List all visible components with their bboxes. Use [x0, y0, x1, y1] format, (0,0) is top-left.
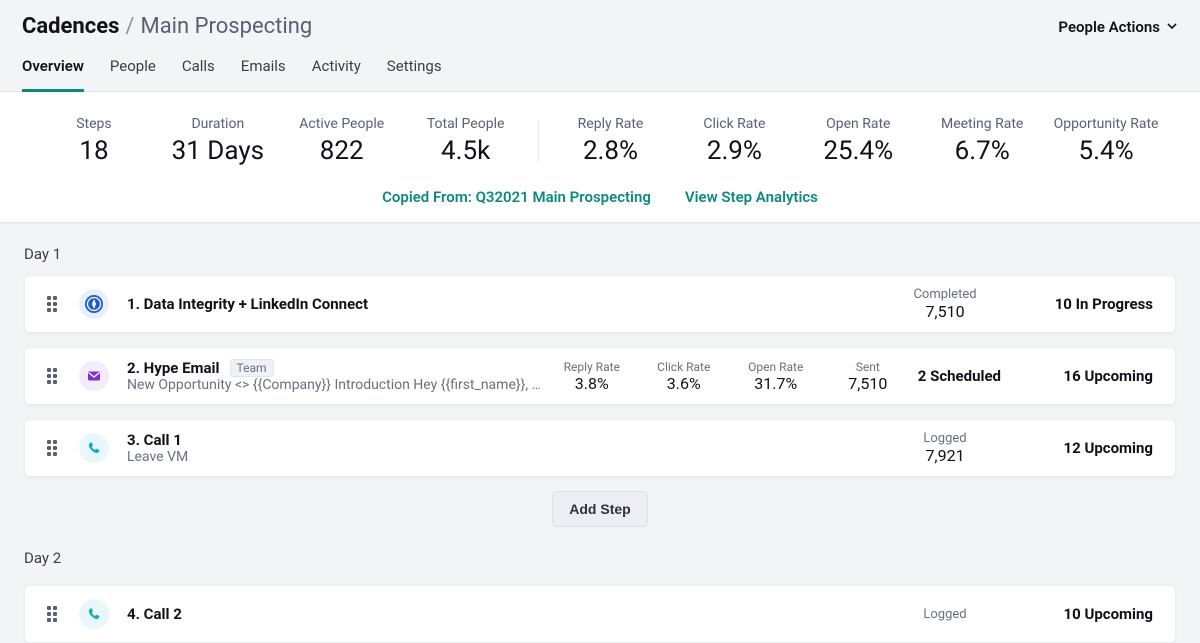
step-upcoming: 12 Upcoming: [1033, 439, 1153, 457]
stat-value: 3.8%: [560, 374, 624, 393]
phone-icon: [79, 599, 109, 629]
step-card-1[interactable]: 1. Data Integrity + LinkedIn Connect Com…: [24, 275, 1176, 333]
stat-meeting-rate: Meeting Rate 6.7%: [920, 116, 1044, 166]
step-card-3[interactable]: 3. Call 1 Leave VM Logged 7,921 12 Upcom…: [24, 419, 1176, 477]
stat-value: 18: [32, 136, 156, 166]
copied-from-link[interactable]: Copied From: Q32021 Main Prospecting: [382, 188, 651, 206]
stat-active-people: Active People 822: [280, 116, 404, 166]
breadcrumb-current: Main Prospecting: [141, 14, 313, 39]
step-logged: Logged: [899, 607, 991, 622]
stat-value: 2.9%: [672, 136, 796, 166]
add-step-button[interactable]: Add Step: [552, 491, 647, 527]
tabs: Overview People Calls Emails Activity Se…: [0, 39, 1200, 92]
stat-reply-rate: Reply Rate 2.8%: [549, 116, 673, 166]
step-card-4[interactable]: 4. Call 2 Logged 10 Upcoming: [24, 585, 1176, 643]
chevron-down-icon: [1166, 18, 1178, 36]
stat-value: 5.4%: [1044, 136, 1168, 166]
stat-value: 2.8%: [549, 136, 673, 166]
stat-value: 25.4%: [796, 136, 920, 166]
stat-label: Click Rate: [652, 360, 716, 374]
stat-value: 7,510: [836, 374, 900, 393]
people-actions-menu[interactable]: People Actions: [1058, 18, 1178, 36]
step-completed: Completed 7,510: [899, 287, 991, 321]
step-subtitle: Leave VM: [127, 449, 647, 465]
stat-label: Click Rate: [672, 116, 796, 132]
drag-handle-icon[interactable]: [47, 440, 61, 456]
drag-handle-icon[interactable]: [47, 296, 61, 312]
tab-people[interactable]: People: [110, 57, 156, 91]
tab-emails[interactable]: Emails: [241, 57, 286, 91]
step-card-2[interactable]: 2. Hype Email Team New Opportunity <> {{…: [24, 347, 1176, 405]
stat-click-rate: Click Rate 2.9%: [672, 116, 796, 166]
stat-label: Logged: [899, 607, 991, 622]
stat-value: 31 Days: [156, 136, 280, 166]
stat-label: Open Rate: [744, 360, 808, 374]
step-logged: Logged 7,921: [899, 431, 991, 465]
stat-value: 7,510: [899, 302, 991, 321]
step-progress: 10 In Progress: [1033, 295, 1153, 313]
phone-icon: [79, 433, 109, 463]
stat-open-rate: Open Rate 25.4%: [796, 116, 920, 166]
drag-handle-icon[interactable]: [47, 606, 61, 622]
step-title: 2. Hype Email: [127, 359, 220, 377]
step-title: 3. Call 1: [127, 431, 881, 449]
stat-steps: Steps 18: [32, 116, 156, 166]
step-title: 4. Call 2: [127, 605, 881, 623]
step-mini-stats: Reply Rate3.8% Click Rate3.6% Open Rate3…: [560, 360, 900, 393]
compass-icon: [79, 289, 109, 319]
stat-label: Steps: [32, 116, 156, 132]
step-upcoming: 16 Upcoming: [1043, 367, 1153, 385]
people-actions-label: People Actions: [1058, 18, 1160, 36]
step-upcoming: 10 Upcoming: [1033, 605, 1153, 623]
tab-calls[interactable]: Calls: [182, 57, 215, 91]
tab-overview[interactable]: Overview: [22, 57, 84, 92]
stat-value: 7,921: [899, 446, 991, 465]
drag-handle-icon[interactable]: [47, 368, 61, 384]
day-label-1: Day 1: [0, 223, 1200, 275]
stat-label: Opportunity Rate: [1044, 116, 1168, 132]
stat-value: 6.7%: [920, 136, 1044, 166]
stat-label: Duration: [156, 116, 280, 132]
stat-opportunity-rate: Opportunity Rate 5.4%: [1044, 116, 1168, 166]
step-title: 1. Data Integrity + LinkedIn Connect: [127, 295, 881, 313]
stat-total-people: Total People 4.5k: [404, 116, 528, 166]
mail-icon: [79, 361, 109, 391]
tab-settings[interactable]: Settings: [387, 57, 442, 91]
breadcrumb-root[interactable]: Cadences: [22, 14, 119, 39]
stat-label: Open Rate: [796, 116, 920, 132]
breadcrumb-separator: /: [125, 14, 134, 39]
team-badge: Team: [230, 359, 274, 377]
stat-value: 4.5k: [404, 136, 528, 166]
summary-stats-card: Steps 18 Duration 31 Days Active People …: [0, 92, 1200, 223]
stat-label: Logged: [899, 431, 991, 446]
stat-label: Sent: [836, 360, 900, 374]
stat-value: 822: [280, 136, 404, 166]
stat-value: 3.6%: [652, 374, 716, 393]
view-step-analytics-link[interactable]: View Step Analytics: [685, 188, 818, 206]
stats-divider: [538, 120, 539, 162]
tab-activity[interactable]: Activity: [312, 57, 361, 91]
step-scheduled: 2 Scheduled: [918, 367, 1001, 385]
stat-duration: Duration 31 Days: [156, 116, 280, 166]
stat-label: Completed: [899, 287, 991, 302]
day-label-2: Day 2: [0, 527, 1200, 579]
stat-label: Reply Rate: [560, 360, 624, 374]
stat-label: Total People: [404, 116, 528, 132]
stat-label: Meeting Rate: [920, 116, 1044, 132]
stat-value: 31.7%: [744, 374, 808, 393]
stat-label: Active People: [280, 116, 404, 132]
step-subtitle: New Opportunity <> {{Company}} Introduct…: [127, 377, 542, 393]
breadcrumb: Cadences / Main Prospecting: [22, 14, 312, 39]
stat-label: Reply Rate: [549, 116, 673, 132]
